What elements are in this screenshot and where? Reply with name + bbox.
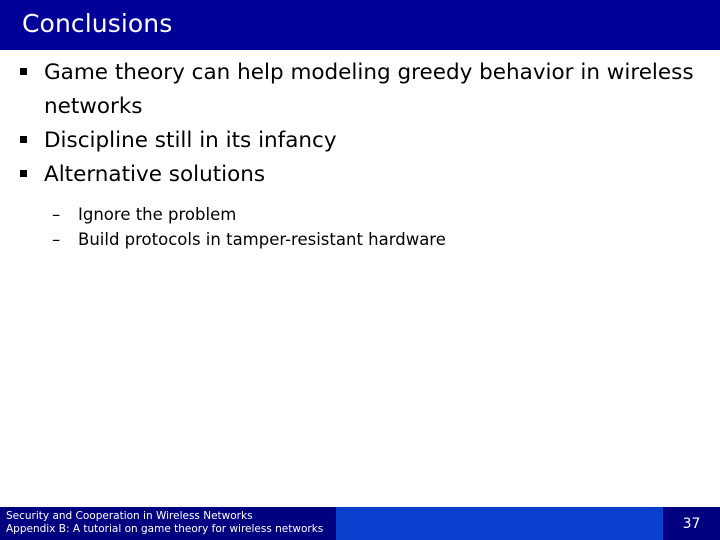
dash-bullet-icon: – (52, 205, 61, 224)
dash-bullet-icon: – (52, 230, 61, 249)
page-title: Conclusions (22, 9, 173, 38)
square-bullet-icon (20, 68, 27, 75)
list-item: Game theory can help modeling greedy beh… (0, 56, 720, 124)
list-item: – Build protocols in tamper-resistant ha… (0, 227, 720, 252)
footer-right-block: 37 (663, 507, 720, 540)
bullet-text: Alternative solutions (44, 162, 266, 187)
footer-middle-block (336, 507, 663, 540)
list-item: Discipline still in its infancy (0, 124, 720, 158)
footer-chapter-title: Appendix B: A tutorial on game theory fo… (6, 523, 324, 535)
page-number: 37 (682, 516, 701, 532)
slide-canvas: Conclusions Game theory can help modelin… (0, 0, 720, 540)
square-bullet-icon (20, 170, 27, 177)
list-item: – Ignore the problem (0, 202, 720, 227)
bullet-text: Game theory can help modeling greedy beh… (44, 60, 694, 119)
sub-bullet-text: Ignore the problem (78, 205, 237, 224)
square-bullet-icon (20, 136, 27, 143)
footer-book-title: Security and Cooperation in Wireless Net… (6, 510, 253, 522)
slide-body: Game theory can help modeling greedy beh… (0, 56, 720, 252)
sub-bullet-text: Build protocols in tamper-resistant hard… (78, 230, 446, 249)
slide-footer: 37 Security and Cooperation in Wireless … (0, 507, 720, 540)
slide-title-bar: Conclusions (0, 0, 720, 50)
list-item: Alternative solutions (0, 158, 720, 192)
sub-bullet-group: – Ignore the problem – Build protocols i… (0, 202, 720, 252)
bullet-text: Discipline still in its infancy (44, 128, 337, 153)
